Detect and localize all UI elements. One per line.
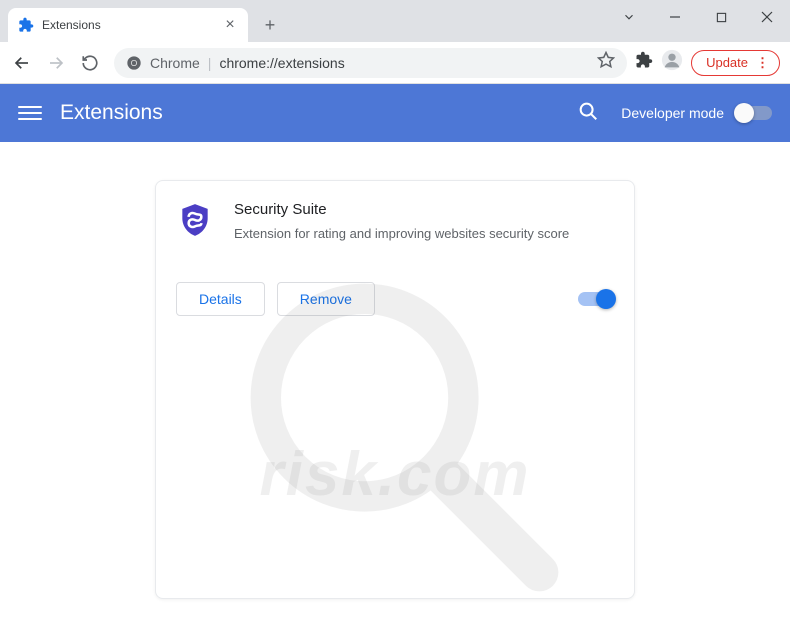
toolbar-actions: Update ⋮ <box>635 49 784 76</box>
extension-info: Security Suite Extension for rating and … <box>234 201 614 244</box>
search-icon[interactable] <box>577 100 599 127</box>
site-label: Chrome <box>150 55 200 71</box>
window-controls <box>606 0 790 34</box>
close-window-button[interactable] <box>744 0 790 34</box>
menu-icon[interactable] <box>18 101 42 125</box>
card-actions: Details Remove <box>176 282 614 316</box>
chrome-logo-icon <box>126 55 142 71</box>
site-info: Chrome | chrome://extensions <box>126 55 345 71</box>
extension-name: Security Suite <box>234 201 614 218</box>
url-text: chrome://extensions <box>219 55 344 71</box>
puzzle-icon <box>18 17 34 33</box>
update-button[interactable]: Update ⋮ <box>691 50 780 76</box>
chevron-down-icon[interactable] <box>606 0 652 34</box>
maximize-button[interactable] <box>698 0 744 34</box>
reload-button[interactable] <box>74 47 106 79</box>
menu-dots-icon: ⋮ <box>756 55 767 71</box>
tab-extensions[interactable]: Extensions × <box>8 8 248 42</box>
extension-description: Extension for rating and improving websi… <box>234 224 614 244</box>
profile-icon[interactable] <box>661 49 683 76</box>
toolbar: Chrome | chrome://extensions Update ⋮ <box>0 42 790 84</box>
forward-button[interactable] <box>40 47 72 79</box>
content-area: risk.com Security Suite Extension for ra… <box>0 142 790 599</box>
shield-icon <box>176 201 214 239</box>
tab-title: Extensions <box>42 18 222 32</box>
titlebar: Extensions × + <box>0 0 790 42</box>
developer-mode-label: Developer mode <box>621 105 724 121</box>
details-button[interactable]: Details <box>176 282 265 316</box>
extension-enable-toggle[interactable] <box>578 292 614 306</box>
tab-strip: Extensions × + <box>0 0 284 42</box>
star-icon[interactable] <box>597 51 615 74</box>
minimize-button[interactable] <box>652 0 698 34</box>
extension-card: Security Suite Extension for rating and … <box>155 180 635 599</box>
developer-mode-toggle[interactable] <box>736 106 772 120</box>
new-tab-button[interactable]: + <box>256 11 284 39</box>
omnibox[interactable]: Chrome | chrome://extensions <box>114 48 627 78</box>
separator: | <box>208 55 212 71</box>
back-button[interactable] <box>6 47 38 79</box>
browser-window: Extensions × + Chrome | chrome://extensi… <box>0 0 790 599</box>
update-label: Update <box>706 55 748 70</box>
card-header: Security Suite Extension for rating and … <box>176 201 614 244</box>
extensions-icon[interactable] <box>635 51 653 74</box>
extensions-header: Extensions Developer mode <box>0 84 790 142</box>
page-title: Extensions <box>60 101 577 125</box>
remove-button[interactable]: Remove <box>277 282 375 316</box>
close-icon[interactable]: × <box>222 17 238 33</box>
